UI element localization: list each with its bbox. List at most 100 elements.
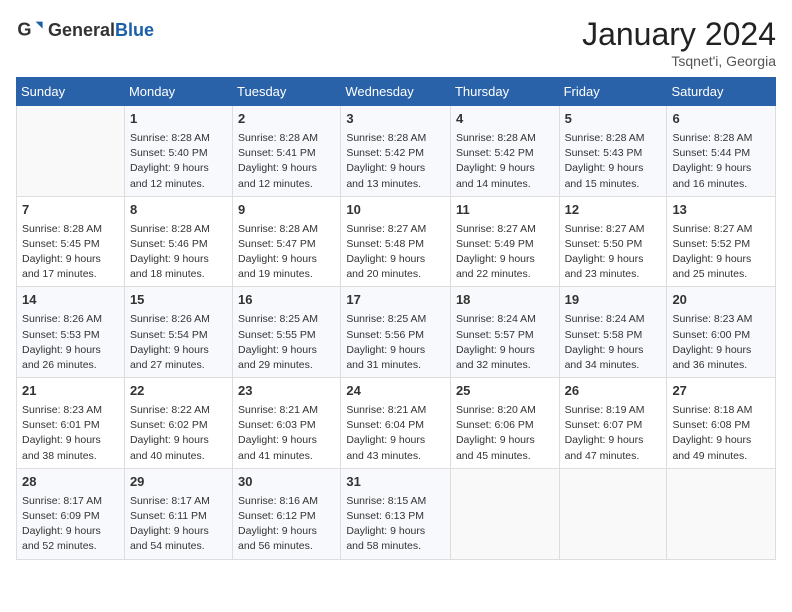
day-info: Sunrise: 8:28 AMSunset: 5:42 PMDaylight:… xyxy=(346,131,445,192)
day-number: 12 xyxy=(565,201,662,220)
header-day-wednesday: Wednesday xyxy=(341,78,451,106)
calendar-cell: 23 Sunrise: 8:21 AMSunset: 6:03 PMDayligh… xyxy=(233,378,341,469)
calendar-body: 1 Sunrise: 8:28 AMSunset: 5:40 PMDaylight… xyxy=(17,106,776,560)
calendar-cell: 13 Sunrise: 8:27 AMSunset: 5:52 PMDayligh… xyxy=(667,196,776,287)
day-number: 21 xyxy=(22,382,119,401)
calendar-cell: 5 Sunrise: 8:28 AMSunset: 5:43 PMDaylight… xyxy=(559,106,667,197)
day-info: Sunrise: 8:26 AMSunset: 5:53 PMDaylight:… xyxy=(22,312,119,373)
day-number: 24 xyxy=(346,382,445,401)
calendar-cell: 14 Sunrise: 8:26 AMSunset: 5:53 PMDayligh… xyxy=(17,287,125,378)
day-info: Sunrise: 8:23 AMSunset: 6:01 PMDaylight:… xyxy=(22,403,119,464)
day-number: 11 xyxy=(456,201,554,220)
day-info: Sunrise: 8:27 AMSunset: 5:49 PMDaylight:… xyxy=(456,222,554,283)
day-number: 19 xyxy=(565,291,662,310)
calendar-cell: 30 Sunrise: 8:16 AMSunset: 6:12 PMDayligh… xyxy=(233,468,341,559)
header-day-tuesday: Tuesday xyxy=(233,78,341,106)
calendar-week-5: 28 Sunrise: 8:17 AMSunset: 6:09 PMDayligh… xyxy=(17,468,776,559)
calendar-cell: 11 Sunrise: 8:27 AMSunset: 5:49 PMDayligh… xyxy=(450,196,559,287)
day-number: 27 xyxy=(672,382,770,401)
calendar-week-2: 7 Sunrise: 8:28 AMSunset: 5:45 PMDaylight… xyxy=(17,196,776,287)
day-info: Sunrise: 8:25 AMSunset: 5:55 PMDaylight:… xyxy=(238,312,335,373)
day-number: 13 xyxy=(672,201,770,220)
day-number: 7 xyxy=(22,201,119,220)
day-info: Sunrise: 8:18 AMSunset: 6:08 PMDaylight:… xyxy=(672,403,770,464)
calendar-week-4: 21 Sunrise: 8:23 AMSunset: 6:01 PMDayligh… xyxy=(17,378,776,469)
day-info: Sunrise: 8:25 AMSunset: 5:56 PMDaylight:… xyxy=(346,312,445,373)
header-day-monday: Monday xyxy=(124,78,232,106)
calendar-cell xyxy=(450,468,559,559)
day-info: Sunrise: 8:27 AMSunset: 5:52 PMDaylight:… xyxy=(672,222,770,283)
day-info: Sunrise: 8:19 AMSunset: 6:07 PMDaylight:… xyxy=(565,403,662,464)
day-number: 3 xyxy=(346,110,445,129)
day-info: Sunrise: 8:28 AMSunset: 5:45 PMDaylight:… xyxy=(22,222,119,283)
day-number: 5 xyxy=(565,110,662,129)
calendar-cell: 17Sunrise: 8:25 AMSunset: 5:56 PMDayligh… xyxy=(341,287,451,378)
calendar-cell xyxy=(559,468,667,559)
day-number: 1 xyxy=(130,110,227,129)
day-number: 30 xyxy=(238,473,335,492)
day-number: 16 xyxy=(238,291,335,310)
day-number: 8 xyxy=(130,201,227,220)
day-info: Sunrise: 8:26 AMSunset: 5:54 PMDaylight:… xyxy=(130,312,227,373)
day-info: Sunrise: 8:17 AMSunset: 6:09 PMDaylight:… xyxy=(22,494,119,555)
day-info: Sunrise: 8:24 AMSunset: 5:57 PMDaylight:… xyxy=(456,312,554,373)
calendar-cell: 3 Sunrise: 8:28 AMSunset: 5:42 PMDaylight… xyxy=(341,106,451,197)
calendar-cell: 21 Sunrise: 8:23 AMSunset: 6:01 PMDayligh… xyxy=(17,378,125,469)
calendar-cell: 9Sunrise: 8:28 AMSunset: 5:47 PMDaylight… xyxy=(233,196,341,287)
header-day-saturday: Saturday xyxy=(667,78,776,106)
day-info: Sunrise: 8:28 AMSunset: 5:47 PMDaylight:… xyxy=(238,222,335,283)
logo-text: GeneralBlue xyxy=(48,20,154,41)
calendar-cell: 31Sunrise: 8:15 AMSunset: 6:13 PMDayligh… xyxy=(341,468,451,559)
day-number: 23 xyxy=(238,382,335,401)
logo-general: General xyxy=(48,20,115,40)
calendar-cell: 1 Sunrise: 8:28 AMSunset: 5:40 PMDaylight… xyxy=(124,106,232,197)
day-info: Sunrise: 8:28 AMSunset: 5:40 PMDaylight:… xyxy=(130,131,227,192)
day-info: Sunrise: 8:27 AMSunset: 5:50 PMDaylight:… xyxy=(565,222,662,283)
day-number: 2 xyxy=(238,110,335,129)
calendar-header: SundayMondayTuesdayWednesdayThursdayFrid… xyxy=(17,78,776,106)
day-info: Sunrise: 8:23 AMSunset: 6:00 PMDaylight:… xyxy=(672,312,770,373)
calendar-cell: 29 Sunrise: 8:17 AMSunset: 6:11 PMDayligh… xyxy=(124,468,232,559)
calendar-cell: 27 Sunrise: 8:18 AMSunset: 6:08 PMDayligh… xyxy=(667,378,776,469)
calendar-cell: 22Sunrise: 8:22 AMSunset: 6:02 PMDayligh… xyxy=(124,378,232,469)
calendar-cell: 7 Sunrise: 8:28 AMSunset: 5:45 PMDaylight… xyxy=(17,196,125,287)
day-number: 18 xyxy=(456,291,554,310)
day-number: 29 xyxy=(130,473,227,492)
header-row: SundayMondayTuesdayWednesdayThursdayFrid… xyxy=(17,78,776,106)
calendar-cell: 8Sunrise: 8:28 AMSunset: 5:46 PMDaylight… xyxy=(124,196,232,287)
day-number: 20 xyxy=(672,291,770,310)
header-day-friday: Friday xyxy=(559,78,667,106)
day-number: 10 xyxy=(346,201,445,220)
calendar-cell: 12 Sunrise: 8:27 AMSunset: 5:50 PMDayligh… xyxy=(559,196,667,287)
calendar-cell: 10 Sunrise: 8:27 AMSunset: 5:48 PMDayligh… xyxy=(341,196,451,287)
day-info: Sunrise: 8:17 AMSunset: 6:11 PMDaylight:… xyxy=(130,494,227,555)
day-number: 28 xyxy=(22,473,119,492)
calendar-cell: 15Sunrise: 8:26 AMSunset: 5:54 PMDayligh… xyxy=(124,287,232,378)
calendar-cell xyxy=(667,468,776,559)
day-info: Sunrise: 8:24 AMSunset: 5:58 PMDaylight:… xyxy=(565,312,662,373)
svg-text:G: G xyxy=(17,20,31,40)
day-info: Sunrise: 8:22 AMSunset: 6:02 PMDaylight:… xyxy=(130,403,227,464)
day-info: Sunrise: 8:28 AMSunset: 5:43 PMDaylight:… xyxy=(565,131,662,192)
calendar-cell: 18 Sunrise: 8:24 AMSunset: 5:57 PMDayligh… xyxy=(450,287,559,378)
calendar-cell: 6Sunrise: 8:28 AMSunset: 5:44 PMDaylight… xyxy=(667,106,776,197)
calendar-cell xyxy=(17,106,125,197)
calendar-week-1: 1 Sunrise: 8:28 AMSunset: 5:40 PMDaylight… xyxy=(17,106,776,197)
day-info: Sunrise: 8:21 AMSunset: 6:04 PMDaylight:… xyxy=(346,403,445,464)
title-block: January 2024 Tsqnet'i, Georgia xyxy=(582,16,776,69)
calendar-cell: 28 Sunrise: 8:17 AMSunset: 6:09 PMDayligh… xyxy=(17,468,125,559)
day-number: 6 xyxy=(672,110,770,129)
calendar-cell: 20 Sunrise: 8:23 AMSunset: 6:00 PMDayligh… xyxy=(667,287,776,378)
day-number: 4 xyxy=(456,110,554,129)
day-info: Sunrise: 8:27 AMSunset: 5:48 PMDaylight:… xyxy=(346,222,445,283)
location-title: Tsqnet'i, Georgia xyxy=(582,53,776,69)
calendar-cell: 2Sunrise: 8:28 AMSunset: 5:41 PMDaylight… xyxy=(233,106,341,197)
day-number: 14 xyxy=(22,291,119,310)
day-info: Sunrise: 8:16 AMSunset: 6:12 PMDaylight:… xyxy=(238,494,335,555)
calendar-cell: 26Sunrise: 8:19 AMSunset: 6:07 PMDayligh… xyxy=(559,378,667,469)
calendar-cell: 16 Sunrise: 8:25 AMSunset: 5:55 PMDayligh… xyxy=(233,287,341,378)
day-info: Sunrise: 8:21 AMSunset: 6:03 PMDaylight:… xyxy=(238,403,335,464)
calendar-cell: 4Sunrise: 8:28 AMSunset: 5:42 PMDaylight… xyxy=(450,106,559,197)
page-header: G GeneralBlue January 2024 Tsqnet'i, Geo… xyxy=(16,16,776,69)
day-info: Sunrise: 8:20 AMSunset: 6:06 PMDaylight:… xyxy=(456,403,554,464)
